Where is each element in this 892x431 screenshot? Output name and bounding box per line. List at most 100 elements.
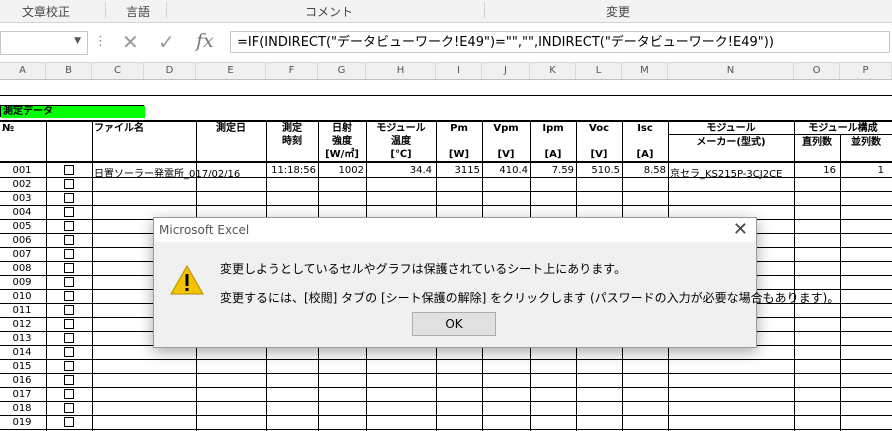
row-checkbox[interactable] xyxy=(64,193,74,203)
row-checkbox[interactable] xyxy=(64,277,74,287)
row-border xyxy=(0,373,892,374)
cell-parallel[interactable]: 1 xyxy=(840,165,884,176)
row-checkbox[interactable] xyxy=(64,305,74,315)
row-checkbox[interactable] xyxy=(64,375,74,385)
cell-ipm[interactable]: 7.59 xyxy=(530,165,574,176)
column-header-g[interactable]: G xyxy=(318,63,366,79)
column-header-c[interactable]: C xyxy=(92,63,144,79)
row-number: 002 xyxy=(12,179,32,190)
formula-buttons: ✕ ✓ fx xyxy=(108,30,228,56)
column-header-e[interactable]: E xyxy=(196,63,266,79)
header-temp-2: 温度 xyxy=(391,136,411,147)
column-header-n[interactable]: N xyxy=(668,63,794,79)
cell-temp[interactable]: 34.4 xyxy=(366,165,432,176)
row-border xyxy=(0,205,892,206)
row-number: 016 xyxy=(12,375,32,386)
row-checkbox[interactable] xyxy=(64,361,74,371)
row-number: 017 xyxy=(12,389,32,400)
header-irr-2: 強度 xyxy=(332,136,352,147)
cell-pm[interactable]: 3115 xyxy=(436,165,480,176)
column-header-k[interactable]: K xyxy=(530,63,576,79)
header-module: モジュール xyxy=(706,123,756,134)
row-number: 005 xyxy=(12,221,32,232)
cell-voc[interactable]: 510.5 xyxy=(576,165,620,176)
ribbon-bar: 文章校正 言語 コメント 変更 xyxy=(0,0,892,23)
row-checkbox[interactable] xyxy=(64,333,74,343)
row-checkbox[interactable] xyxy=(64,221,74,231)
cell-time[interactable]: 11:18:56 xyxy=(266,165,316,176)
row-number: 009 xyxy=(12,277,32,288)
row-border xyxy=(0,191,892,192)
column-header-m[interactable]: M xyxy=(622,63,668,79)
dialog-message-2: 変更するには、[校閲] タブの [シート保護の解除] をクリックします (パスワ… xyxy=(220,291,840,305)
ribbon-group-proofing: 文章校正 xyxy=(22,5,71,19)
close-icon[interactable]: ✕ xyxy=(733,219,748,240)
header-voc: Voc xyxy=(589,123,609,134)
protected-sheet-dialog: Microsoft Excel ✕ 変更しようとしているセルやグラフは保護されて… xyxy=(153,217,839,348)
chevron-down-icon[interactable]: ▼ xyxy=(74,36,81,46)
row-checkbox[interactable] xyxy=(64,291,74,301)
column-header-p[interactable]: P xyxy=(840,63,892,79)
header-pm-unit: [W] xyxy=(448,149,470,160)
column-header-j[interactable]: J xyxy=(482,63,530,79)
row-checkbox[interactable] xyxy=(64,249,74,259)
row-number: 008 xyxy=(12,263,32,274)
row-checkbox[interactable] xyxy=(64,179,74,189)
column-header-a[interactable]: A xyxy=(0,63,46,79)
row-checkbox[interactable] xyxy=(64,389,74,399)
formula-input[interactable]: =IF(INDIRECT("データビューワーク!E49")="","",INDI… xyxy=(230,31,890,53)
row-number: 001 xyxy=(12,165,32,176)
cell-vpm[interactable]: 410.4 xyxy=(482,165,528,176)
row-number: 015 xyxy=(12,361,32,372)
row-checkbox[interactable] xyxy=(64,207,74,217)
header-isc: Isc xyxy=(637,123,653,134)
more-options-icon[interactable]: ⋮ xyxy=(94,34,107,49)
ribbon-separator xyxy=(484,2,485,18)
row-number: 013 xyxy=(12,333,32,344)
warning-icon xyxy=(170,264,204,295)
row-border xyxy=(0,387,892,388)
row-border xyxy=(0,415,892,416)
row-checkbox[interactable] xyxy=(64,319,74,329)
row-number: 014 xyxy=(12,347,32,358)
cell-isc[interactable]: 8.58 xyxy=(622,165,666,176)
column-header-o[interactable]: O xyxy=(794,63,840,79)
row-border xyxy=(0,429,892,430)
column-header-i[interactable]: I xyxy=(436,63,482,79)
row-checkbox[interactable] xyxy=(64,235,74,245)
row-checkbox[interactable] xyxy=(64,263,74,273)
row-number: 003 xyxy=(12,193,32,204)
row-border xyxy=(0,359,892,360)
cell-irradiance[interactable]: 1002 xyxy=(318,165,364,176)
header-series: 直列数 xyxy=(802,137,832,148)
section-title: 測定データ xyxy=(3,106,53,117)
column-header-h[interactable]: H xyxy=(366,63,436,79)
ribbon-group-changes: 変更 xyxy=(606,5,631,19)
column-header-f[interactable]: F xyxy=(266,63,318,79)
section-title-cell[interactable]: 測定データ xyxy=(0,105,145,118)
row-checkbox[interactable] xyxy=(64,165,74,175)
header-date: 測定日 xyxy=(216,123,246,134)
ribbon-group-comments: コメント xyxy=(305,5,354,19)
x-icon[interactable]: ✕ xyxy=(122,30,139,54)
row-number: 019 xyxy=(12,417,32,428)
dialog-message-1: 変更しようとしているセルやグラフは保護されているシート上にあります。 xyxy=(220,262,627,276)
row-checkbox[interactable] xyxy=(64,403,74,413)
check-icon[interactable]: ✓ xyxy=(158,30,175,54)
grid-line xyxy=(0,95,892,96)
ok-button[interactable]: OK xyxy=(412,312,496,336)
column-header-l[interactable]: L xyxy=(576,63,622,79)
header-config: モジュール構成 xyxy=(808,123,878,134)
header-voc-unit: [V] xyxy=(590,149,608,160)
fx-icon[interactable]: fx xyxy=(196,30,214,52)
header-maker: メーカー(型式) xyxy=(696,137,766,148)
header-time-2: 時刻 xyxy=(282,136,302,147)
row-checkbox[interactable] xyxy=(64,417,74,427)
name-box[interactable]: ▼ xyxy=(0,31,88,55)
column-header-d[interactable]: D xyxy=(144,63,196,79)
header-vpm-unit: [V] xyxy=(497,149,515,160)
column-header-b[interactable]: B xyxy=(46,63,92,79)
row-checkbox[interactable] xyxy=(64,347,74,357)
header-irr-3: [W/㎡] xyxy=(325,149,359,160)
cell-series[interactable]: 16 xyxy=(794,165,836,176)
